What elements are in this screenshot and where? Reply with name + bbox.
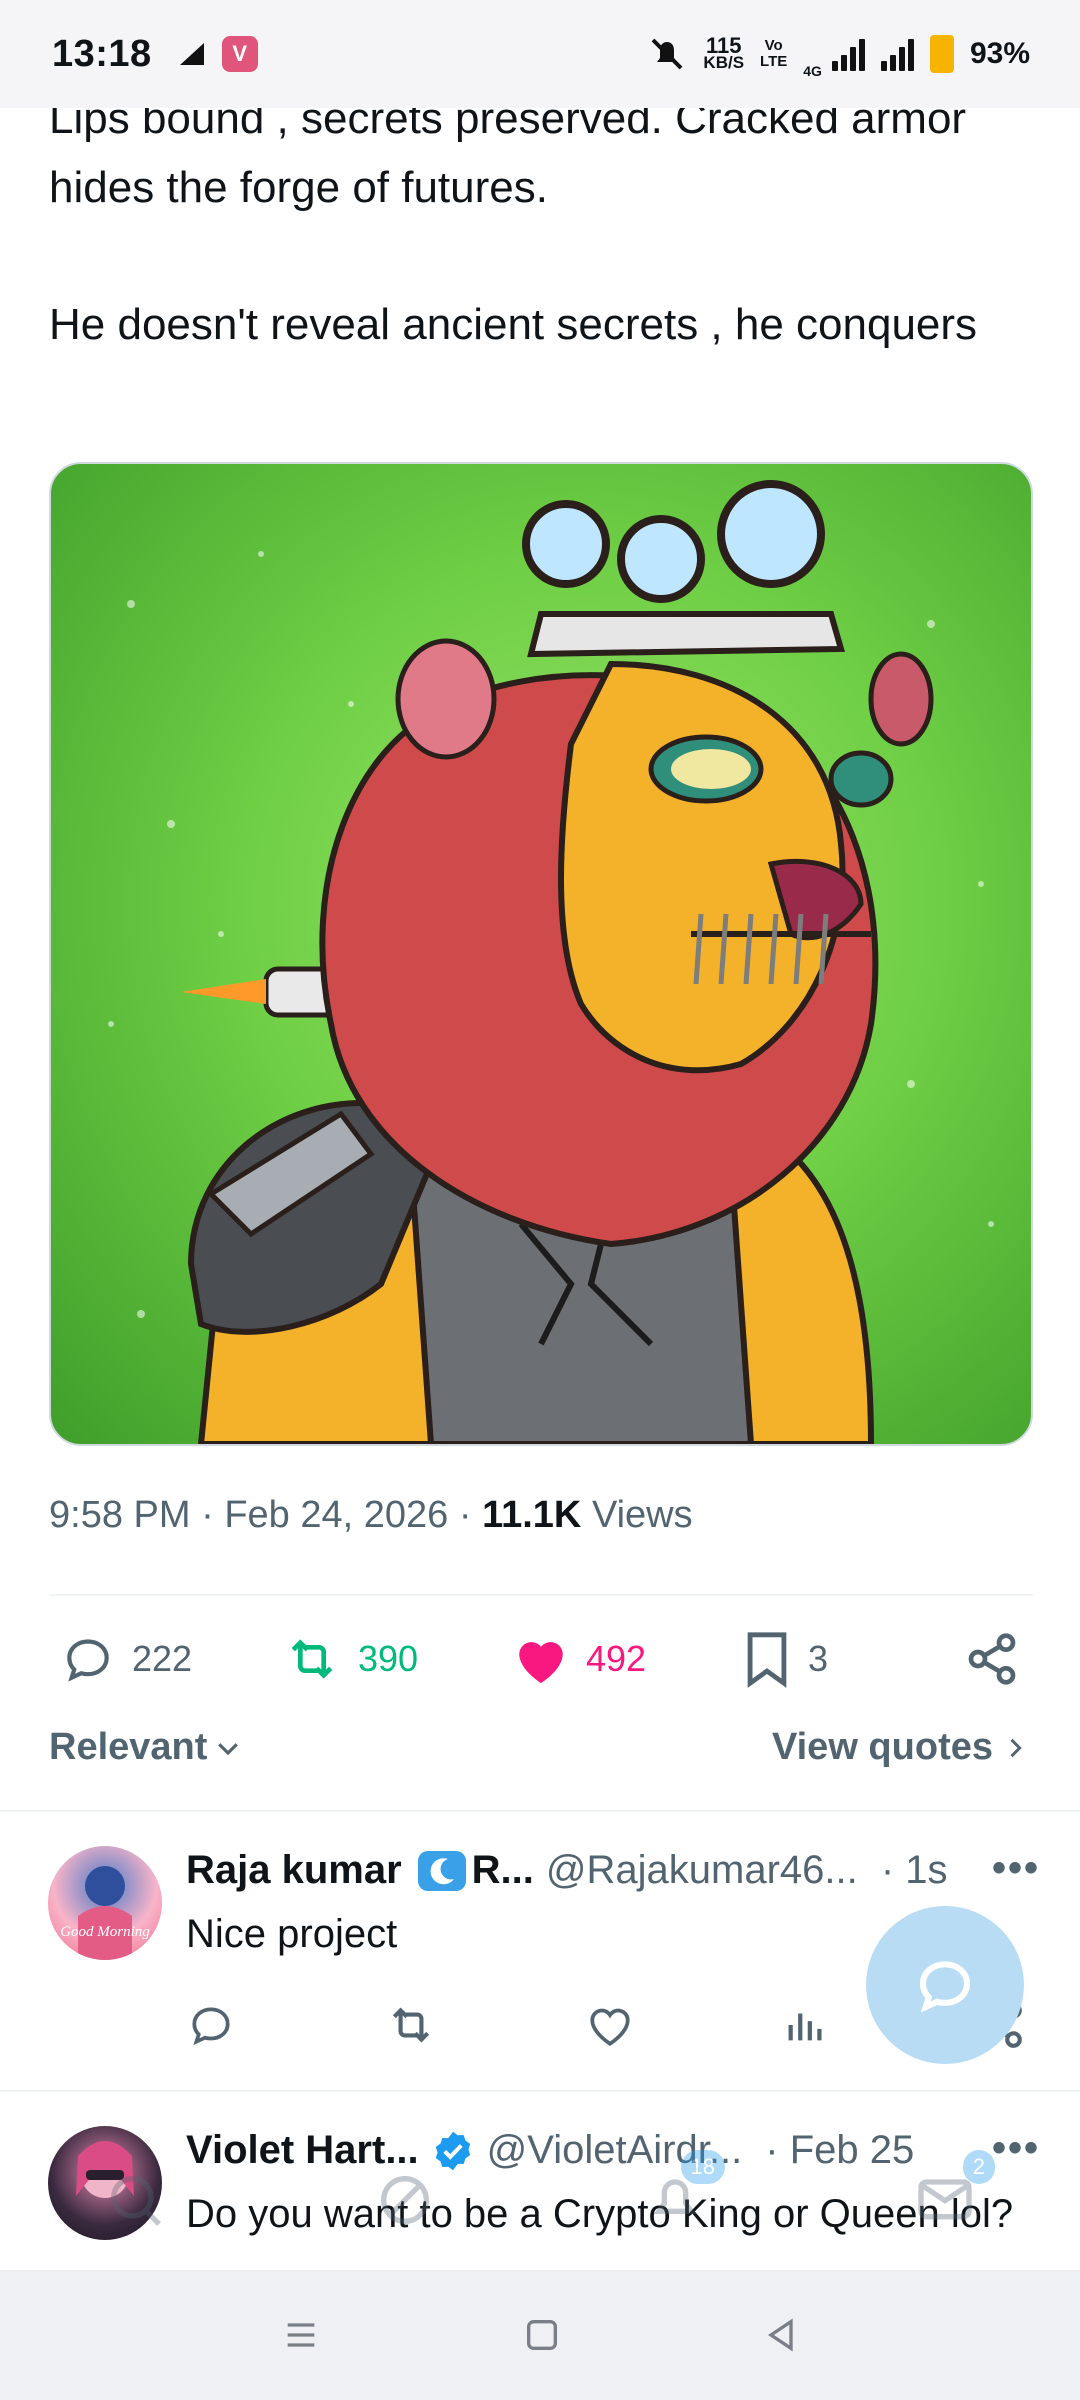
reply-author-name-suffix: R... (471, 1848, 534, 1892)
grok-tab-icon[interactable] (373, 2168, 437, 2232)
more-icon[interactable]: ••• (992, 1846, 1040, 1891)
divider (0, 2090, 1080, 2092)
compose-icon (919, 1961, 971, 2013)
share-button[interactable] (964, 1631, 1020, 1687)
messages-tab[interactable]: 2 (913, 2149, 995, 2235)
repost-icon[interactable] (384, 2000, 438, 2050)
system-nav-bar (0, 2270, 1080, 2400)
repost-icon (291, 1639, 333, 1679)
status-bar: 13:18 V 115 KB/S Vo LTE 4G 93% (0, 0, 1080, 108)
tweet-media-image[interactable] (49, 462, 1033, 1446)
reply-sort-row: Relevant View quotes (49, 1726, 1029, 1769)
tweet-action-bar: 222 390 492 3 (60, 1630, 1020, 1688)
tweet-text-paragraph-2: He doesn't reveal ancient secrets , he c… (49, 300, 978, 349)
repost-count: 390 (358, 1638, 419, 1679)
avatar[interactable]: Good Morning (48, 1846, 162, 1960)
net-speed: 115 KB/S (703, 33, 745, 72)
signal-small-icon (179, 43, 204, 65)
menu-icon[interactable] (279, 2315, 323, 2355)
view-quotes-label: View quotes (771, 1726, 993, 1768)
view-quotes-link[interactable]: View quotes (772, 1726, 1029, 1769)
sort-dropdown[interactable]: Relevant (49, 1726, 243, 1769)
reply-count: 222 (132, 1638, 193, 1679)
reply-time: 1s (905, 1848, 948, 1892)
share-icon (968, 1633, 1016, 1685)
divider (0, 1810, 1080, 1812)
notifications-badge: 18 (680, 2149, 725, 2184)
back-icon[interactable] (761, 2315, 801, 2355)
heart-icon[interactable] (585, 2001, 635, 2049)
tweet-time: 9:58 PM (49, 1494, 191, 1536)
avatar-caption: Good Morning (60, 1924, 150, 1940)
tweet-date: Feb 24, 2026 (224, 1494, 449, 1536)
notifications-tab[interactable]: 18 (643, 2149, 725, 2235)
signal-icon-1 (831, 37, 865, 71)
home-icon[interactable] (522, 2315, 562, 2355)
messages-badge: 2 (962, 2149, 995, 2184)
signal-icon-2 (880, 37, 914, 71)
views-label: Views (591, 1494, 693, 1536)
status-time: 13:18 (52, 32, 152, 75)
reply-text: Nice project (186, 1912, 398, 1956)
reply-header: Raja kumar R... @Rajakumar46... · 1s (186, 1848, 948, 1893)
battery-icon (929, 35, 954, 73)
like-button[interactable]: 492 (512, 1632, 742, 1686)
network-type: 4G (803, 63, 822, 79)
lion-illustration (108, 480, 994, 1444)
bottom-tab-bar: 18 2 (0, 2130, 1080, 2270)
app-notification-icon: V (221, 36, 258, 72)
volte-indicator: Vo LTE (760, 37, 788, 70)
bookmark-button[interactable]: 3 (742, 1630, 942, 1688)
divider (49, 1594, 1033, 1596)
chevron-right-icon (1010, 1738, 1022, 1757)
reply-icon[interactable] (186, 2000, 236, 2050)
tweet-meta: 9:58 PM · Feb 24, 2026 · 11.1K Views (49, 1494, 693, 1536)
sort-label: Relevant (49, 1726, 208, 1768)
like-count: 492 (586, 1638, 647, 1679)
chevron-down-icon (218, 1742, 239, 1755)
analytics-icon[interactable] (783, 2002, 829, 2048)
bookmark-icon (747, 1632, 787, 1688)
reply-author-name[interactable]: Raja kumar (186, 1848, 402, 1893)
reply-icon (67, 1639, 109, 1682)
reply-button[interactable]: 222 (60, 1631, 280, 1687)
avatar-image: Good Morning (60, 1866, 150, 1960)
bookmark-count: 3 (808, 1638, 829, 1679)
reply-author-handle: @Rajakumar46... (545, 1848, 858, 1892)
mute-icon (652, 38, 683, 70)
moon-emoji-icon (417, 1850, 466, 1891)
battery-percent: 93% (969, 37, 1030, 70)
repost-button[interactable]: 390 (282, 1631, 512, 1687)
heart-icon (519, 1642, 563, 1684)
search-tab-icon[interactable] (103, 2168, 167, 2232)
compose-button[interactable] (866, 1906, 1024, 2064)
views-count: 11.1K (482, 1494, 582, 1536)
